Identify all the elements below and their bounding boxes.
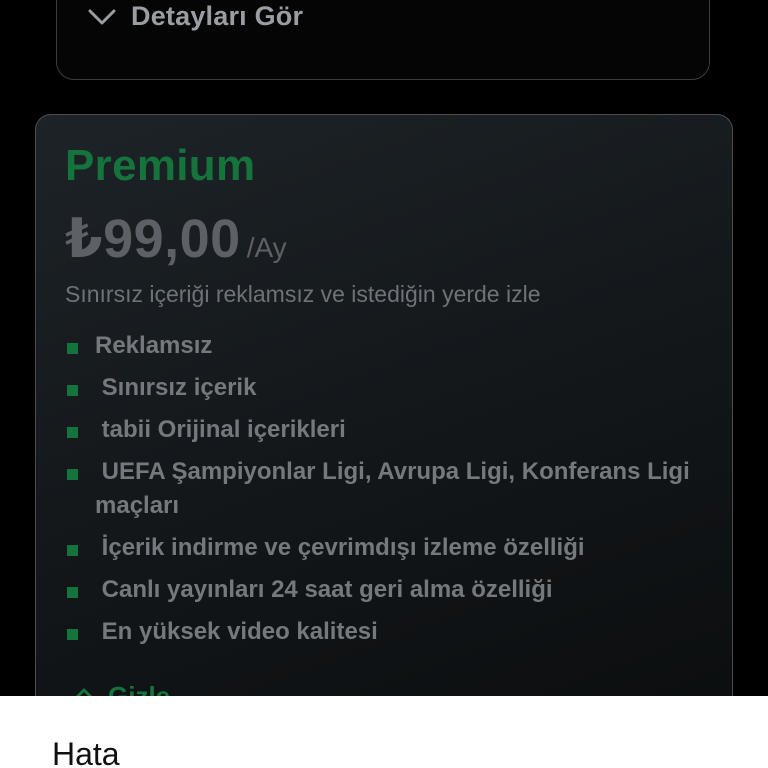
feature-item: tabii Orijinal içerikleri <box>65 413 705 447</box>
feature-text: En yüksek video kalitesi <box>95 618 378 645</box>
bullet-square-icon <box>67 343 78 354</box>
feature-item: İçerik indirme ve çevrimdışı izleme özel… <box>65 531 705 565</box>
feature-text: Reklamsız <box>95 332 213 359</box>
bullet-square-icon <box>67 629 78 640</box>
bullet-square-icon <box>67 469 78 480</box>
price-row: ₺99,00 /Ay <box>65 207 287 270</box>
feature-item: Reklamsız <box>65 329 705 363</box>
feature-text: Canlı yayınları 24 saat geri alma özelli… <box>95 576 553 603</box>
dialog-title: Hata <box>52 736 120 768</box>
plan-tagline: Sınırsız içeriği reklamsız ve istediğin … <box>65 281 541 307</box>
bullet-square-icon <box>67 545 78 556</box>
details-label: Detayları Gör <box>131 1 304 31</box>
bullet-square-icon <box>67 587 78 598</box>
feature-item: En yüksek video kalitesi <box>65 615 705 649</box>
feature-item: Sınırsız içerik <box>65 371 705 405</box>
feature-item: UEFA Şampiyonlar Ligi, Avrupa Ligi, Konf… <box>65 455 705 523</box>
feature-text: UEFA Şampiyonlar Ligi, Avrupa Ligi, Konf… <box>95 458 697 519</box>
chevron-down-icon <box>87 7 117 27</box>
premium-plan-card[interactable]: Premium ₺99,00 /Ay Sınırsız içeriği rekl… <box>35 114 733 754</box>
error-dialog: Hata <box>0 696 768 768</box>
plan-card-collapsed: Detayları Gör <box>56 0 710 80</box>
feature-text: Sınırsız içerik <box>95 374 257 401</box>
page: Detayları Gör Premium ₺99,00 /Ay Sınırsı… <box>0 0 768 768</box>
details-toggle-button[interactable]: Detayları Gör <box>87 1 303 32</box>
feature-text: tabii Orijinal içerikleri <box>95 416 346 443</box>
feature-text: İçerik indirme ve çevrimdışı izleme özel… <box>95 534 585 561</box>
plan-period: /Ay <box>246 232 287 263</box>
plan-name: Premium <box>65 141 256 190</box>
feature-item: Canlı yayınları 24 saat geri alma özelli… <box>65 573 705 607</box>
feature-list: Reklamsız Sınırsız içerik tabii Orijinal… <box>65 329 705 657</box>
bullet-square-icon <box>67 427 78 438</box>
bullet-square-icon <box>67 385 78 396</box>
plan-price: ₺99,00 <box>65 209 241 269</box>
